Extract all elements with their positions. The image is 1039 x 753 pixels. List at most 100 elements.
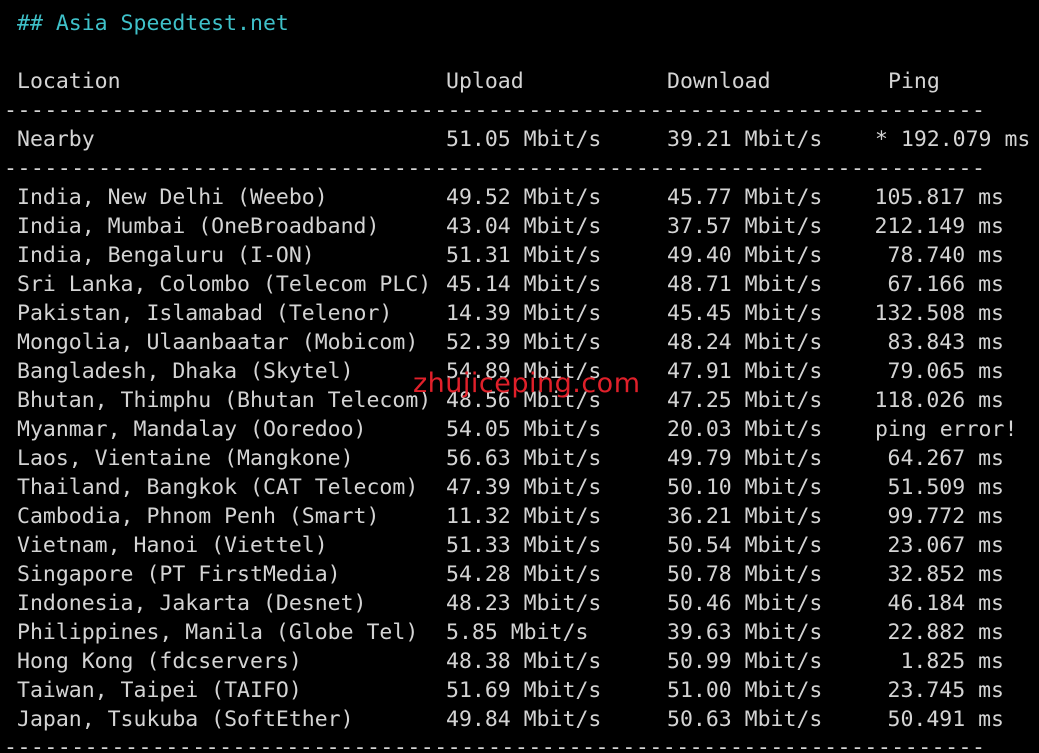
table-row: Myanmar, Mandalay (Ooredoo) 54.05 Mbit/s 2… [0,415,1039,444]
row-download: 48.24 Mbit/s [667,330,823,355]
watermark: zhujiceping.com [413,368,641,399]
table-row: Philippines, Manila (Globe Tel) 5.85 Mbit… [0,618,1039,647]
row-location: Bhutan, Thimphu (Bhutan Telecom) [17,388,432,413]
row-ping: 22.882 ms [887,620,1005,645]
row-location: India, Bengaluru (I-ON) [17,243,315,268]
table-row: Vietnam, Hanoi (Viettel) 51.33 Mbit/s 50.5… [0,531,1039,560]
table-row: Singapore (PT FirstMedia) 54.28 Mbit/s 50.… [0,560,1039,589]
row-location: Hong Kong (fdcservers) [17,649,302,674]
row-download: 50.54 Mbit/s [667,533,823,558]
separator-top: ----------------------------------------… [4,98,984,123]
row-upload: 14.39 Mbit/s [446,301,602,326]
row-location: Vietnam, Hanoi (Viettel) [17,533,328,558]
row-ping: 1.825 ms [900,649,1004,674]
row-download: 50.78 Mbit/s [667,562,823,587]
table-header: Location Upload Download Ping [0,67,1039,96]
row-download: 49.40 Mbit/s [667,243,823,268]
table-row: Mongolia, Ulaanbaatar (Mobicom) 52.39 Mbi… [0,328,1039,357]
row-download: 45.77 Mbit/s [667,185,823,210]
row-ping: 50.491 ms [887,707,1005,732]
header-ping: Ping [888,69,940,94]
row-download: 47.91 Mbit/s [667,359,823,384]
row-location: India, New Delhi (Weebo) [17,185,328,210]
table-row: Thailand, Bangkok (CAT Telecom) 47.39 Mbi… [0,473,1039,502]
row-location: Singapore (PT FirstMedia) [17,562,341,587]
row-ping: 118.026 ms [874,388,1004,413]
row-download: 36.21 Mbit/s [667,504,823,529]
row-location: Thailand, Bangkok (CAT Telecom) [17,475,419,500]
row-location: Taiwan, Taipei (TAIFO) [17,678,302,703]
row-download: 37.57 Mbit/s [667,214,823,239]
section-title: ## Asia Speedtest.net [17,11,289,36]
row-ping: 132.508 ms [874,301,1004,326]
row-upload: 49.84 Mbit/s [446,707,602,732]
separator-middle: ----------------------------------------… [4,156,984,181]
table-row: Hong Kong (fdcservers) 48.38 Mbit/s 50.99 … [0,647,1039,676]
row-location: Cambodia, Phnom Penh (Smart) [17,504,380,529]
nearby-upload: 51.05 Mbit/s [446,127,602,152]
row-download: 39.63 Mbit/s [667,620,823,645]
table-row: Indonesia, Jakarta (Desnet) 48.23 Mbit/s 5… [0,589,1039,618]
header-location: Location [17,69,121,94]
row-upload: 48.38 Mbit/s [446,649,602,674]
row-download: 20.03 Mbit/s [667,417,823,442]
row-ping: 23.745 ms [887,678,1005,703]
row-upload: 54.05 Mbit/s [446,417,602,442]
row-upload: 5.85 Mbit/s [446,620,589,645]
row-download: 48.71 Mbit/s [667,272,823,297]
row-upload: 47.39 Mbit/s [446,475,602,500]
row-upload: 11.32 Mbit/s [446,504,602,529]
table-row: India, Mumbai (OneBroadband) 43.04 Mbit/s… [0,212,1039,241]
nearby-download: 39.21 Mbit/s [667,127,823,152]
row-location: Sri Lanka, Colombo (Telecom PLC) [17,272,432,297]
table-row: India, Bengaluru (I-ON) 51.31 Mbit/s 49.40… [0,241,1039,270]
row-download: 51.00 Mbit/s [667,678,823,703]
row-ping: 64.267 ms [887,446,1005,471]
table-row: Taiwan, Taipei (TAIFO) 51.69 Mbit/s 51.00 … [0,676,1039,705]
row-ping: 23.067 ms [887,533,1005,558]
header-download: Download [667,69,771,94]
row-upload: 54.28 Mbit/s [446,562,602,587]
table-row: India, New Delhi (Weebo) 49.52 Mbit/s 45.7… [0,183,1039,212]
row-location: India, Mumbai (OneBroadband) [17,214,380,239]
row-location: Myanmar, Mandalay (Ooredoo) [17,417,367,442]
row-ping: 78.740 ms [887,243,1005,268]
row-location: Mongolia, Ulaanbaatar (Mobicom) [17,330,419,355]
table-row: Sri Lanka, Colombo (Telecom PLC) 45.14 Mb… [0,270,1039,299]
row-ping: 32.852 ms [887,562,1005,587]
terminal-window[interactable]: ## Asia Speedtest.net Location Upload Do… [0,0,1039,753]
header-upload: Upload [446,69,524,94]
row-ping: 105.817 ms [874,185,1004,210]
table-row: Pakistan, Islamabad (Telenor) 14.39 Mbit/… [0,299,1039,328]
row-ping: 46.184 ms [887,591,1005,616]
row-upload: 49.52 Mbit/s [446,185,602,210]
separator-bottom: ----------------------------------------… [4,735,984,753]
row-location: Pakistan, Islamabad (Telenor) [17,301,393,326]
row-location: Laos, Vientaine (Mangkone) [17,446,354,471]
row-ping: 83.843 ms [887,330,1005,355]
table-row: Laos, Vientaine (Mangkone) 56.63 Mbit/s 49… [0,444,1039,473]
row-upload: 52.39 Mbit/s [446,330,602,355]
row-download: 50.63 Mbit/s [667,707,823,732]
row-download: 50.99 Mbit/s [667,649,823,674]
row-location: Bangladesh, Dhaka (Skytel) [17,359,354,384]
row-location: Indonesia, Jakarta (Desnet) [17,591,367,616]
row-download: 50.10 Mbit/s [667,475,823,500]
nearby-ping: * 192.079 ms [875,127,1031,152]
row-ping: ping error! [875,417,1018,442]
row-download: 49.79 Mbit/s [667,446,823,471]
row-upload: 45.14 Mbit/s [446,272,602,297]
row-ping: 99.772 ms [887,504,1005,529]
table-row: Japan, Tsukuba (SoftEther) 49.84 Mbit/s 50… [0,705,1039,734]
row-ping: 212.149 ms [874,214,1004,239]
table-row: Cambodia, Phnom Penh (Smart) 11.32 Mbit/s… [0,502,1039,531]
row-download: 47.25 Mbit/s [667,388,823,413]
row-ping: 51.509 ms [887,475,1005,500]
row-upload: 51.69 Mbit/s [446,678,602,703]
row-location: Philippines, Manila (Globe Tel) [17,620,419,645]
row-upload: 48.23 Mbit/s [446,591,602,616]
nearby-location: Nearby [17,127,95,152]
row-location: Japan, Tsukuba (SoftEther) [17,707,354,732]
row-upload: 56.63 Mbit/s [446,446,602,471]
row-download: 50.46 Mbit/s [667,591,823,616]
